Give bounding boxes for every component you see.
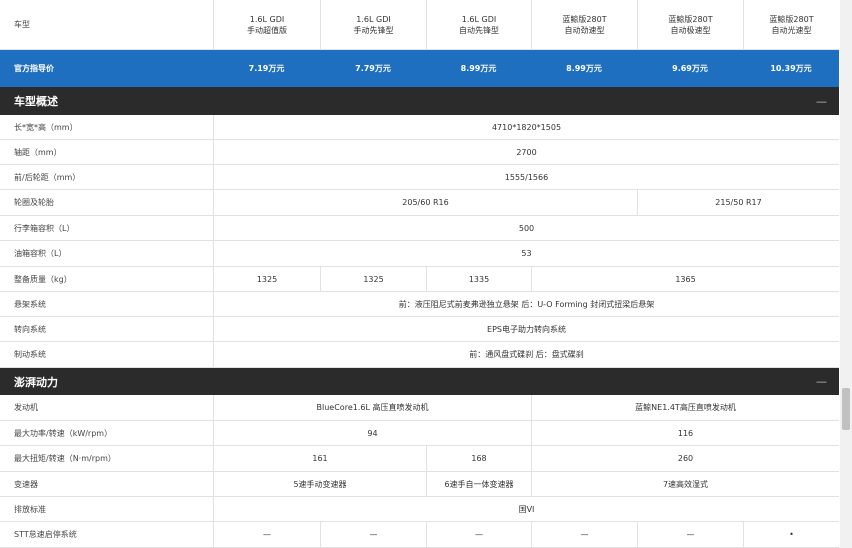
spec-label: 变速器 bbox=[14, 479, 38, 489]
spec-value: 1325 bbox=[320, 267, 426, 291]
spec-label: 轴距（mm） bbox=[14, 147, 62, 157]
spec-label: 最大功率/转速（kW/rpm） bbox=[14, 428, 113, 438]
section-title: 澎湃动力 bbox=[14, 375, 58, 389]
spec-row-dimensions: 长*宽*高（mm） 4710*1820*1505 bbox=[0, 115, 839, 140]
scrollbar-thumb[interactable] bbox=[842, 388, 850, 430]
spec-row-track: 前/后轮距（mm） 1555/1566 bbox=[0, 165, 839, 190]
spec-value: — bbox=[531, 522, 637, 547]
model-name-6: 蓝鲸版280T 自动光速型 bbox=[743, 0, 839, 49]
spec-value: 7速高效湿式 bbox=[531, 472, 839, 496]
spec-value: 前：液压阻尼式前麦弗逊独立悬架 后：U-O Forming 封闭式扭梁后悬架 bbox=[213, 292, 839, 316]
spec-row-max-power: 最大功率/转速（kW/rpm） 94 116 bbox=[0, 421, 839, 446]
model-name-1: 1.6L GDI 手动超值版 bbox=[213, 0, 320, 49]
spec-value: 116 bbox=[531, 421, 839, 445]
spec-label: 行李箱容积（L） bbox=[14, 223, 75, 233]
spec-value: 161 bbox=[213, 446, 426, 471]
spec-label: 轮圈及轮胎 bbox=[14, 198, 54, 207]
spec-value: EPS电子助力转向系统 bbox=[213, 317, 839, 341]
spec-value: 1335 bbox=[426, 267, 531, 291]
spec-value: — bbox=[637, 522, 743, 547]
section-header-overview[interactable]: 车型概述 — bbox=[0, 87, 839, 115]
spec-value: 215/50 R17 bbox=[637, 190, 839, 215]
model-name-4: 蓝鲸版280T 自动劲速型 bbox=[531, 0, 637, 49]
spec-value: 53 bbox=[213, 241, 839, 266]
spec-label: 长*宽*高（mm） bbox=[14, 122, 78, 132]
spec-row-max-torque: 最大扭矩/转速（N·m/rpm） 161 168 260 bbox=[0, 446, 839, 472]
spec-label: 排放标准 bbox=[14, 504, 46, 514]
spec-label: 发动机 bbox=[14, 403, 38, 412]
spec-label: 悬架系统 bbox=[14, 299, 46, 309]
spec-value: 205/60 R16 bbox=[213, 190, 637, 215]
spec-value: — bbox=[320, 522, 426, 547]
spec-value: 1365 bbox=[531, 267, 839, 291]
spec-value: 6速手自一体变速器 bbox=[426, 472, 531, 496]
spec-value: 168 bbox=[426, 446, 531, 471]
spec-row-wheelbase: 轴距（mm） 2700 bbox=[0, 140, 839, 165]
spec-row-brake: 制动系统 前：通风盘式碟刹 后：盘式碟刹 bbox=[0, 342, 839, 368]
section-header-power[interactable]: 澎湃动力 — bbox=[0, 368, 839, 395]
spec-value: 260 bbox=[531, 446, 839, 471]
spec-value: 2700 bbox=[213, 140, 839, 164]
model-header-row: 车型 1.6L GDI 手动超值版 1.6L GDI 手动先锋型 1.6L GDI 自… bbox=[0, 0, 839, 50]
spec-label: 制动系统 bbox=[14, 350, 46, 359]
spec-value: 500 bbox=[213, 216, 839, 240]
spec-label: 整备质量（kg） bbox=[14, 274, 72, 284]
spec-row-steering: 转向系统 EPS电子助力转向系统 bbox=[0, 317, 839, 342]
spec-value: — bbox=[426, 522, 531, 547]
spec-row-fuel-tank: 油箱容积（L） 53 bbox=[0, 241, 839, 267]
spec-row-stt: STT怠速启停系统 — — — — — • bbox=[0, 522, 839, 548]
spec-value: 蓝鲸NE1.4T高压直喷发动机 bbox=[531, 395, 839, 420]
spec-label: 前/后轮距（mm） bbox=[14, 172, 81, 182]
price-row: 官方指导价 7.19万元 7.79万元 8.99万元 8.99万元 9.69万元… bbox=[0, 50, 839, 87]
price-label: 官方指导价 bbox=[14, 64, 54, 73]
model-name-3: 1.6L GDI 自动先锋型 bbox=[426, 0, 531, 49]
model-name-5: 蓝鲸版280T 自动极速型 bbox=[637, 0, 743, 49]
model-name-2: 1.6L GDI 手动先锋型 bbox=[320, 0, 426, 49]
spec-value: BlueCore1.6L 高压直喷发动机 bbox=[213, 395, 531, 420]
spec-value: 国VI bbox=[213, 497, 839, 521]
spec-row-trunk: 行李箱容积（L） 500 bbox=[0, 216, 839, 241]
spec-row-emission: 排放标准 国VI bbox=[0, 497, 839, 522]
spec-value: 前：通风盘式碟刹 后：盘式碟刹 bbox=[213, 342, 839, 367]
collapse-icon[interactable]: — bbox=[816, 368, 827, 395]
spec-row-suspension: 悬架系统 前：液压阻尼式前麦弗逊独立悬架 后：U-O Forming 封闭式扭梁… bbox=[0, 292, 839, 317]
spec-label: 转向系统 bbox=[14, 324, 46, 334]
spec-value: 1555/1566 bbox=[213, 165, 839, 189]
scrollbar-track[interactable] bbox=[840, 0, 852, 548]
spec-row-gearbox: 变速器 5速手动变速器 6速手自一体变速器 7速高效湿式 bbox=[0, 472, 839, 497]
spec-label: 最大扭矩/转速（N·m/rpm） bbox=[14, 454, 116, 463]
spec-row-tires: 轮圈及轮胎 205/60 R16 215/50 R17 bbox=[0, 190, 839, 216]
price-value: 8.99万元 bbox=[460, 64, 497, 73]
collapse-icon[interactable]: — bbox=[816, 87, 827, 115]
spec-value: 1325 bbox=[213, 267, 320, 291]
spec-value: 4710*1820*1505 bbox=[213, 115, 839, 139]
spec-value: • bbox=[743, 522, 839, 547]
spec-label: 油箱容积（L） bbox=[14, 249, 67, 258]
spec-value: 5速手动变速器 bbox=[213, 472, 426, 496]
price-value: 8.99万元 bbox=[566, 64, 602, 73]
spec-row-engine: 发动机 BlueCore1.6L 高压直喷发动机 蓝鲸NE1.4T高压直喷发动机 bbox=[0, 395, 839, 421]
spec-value: 94 bbox=[213, 421, 531, 445]
price-value: 10.39万元 bbox=[770, 64, 812, 73]
model-header-label: 车型 bbox=[14, 20, 30, 29]
spec-value: — bbox=[213, 522, 320, 547]
spec-row-weight: 整备质量（kg） 1325 1325 1335 1365 bbox=[0, 267, 839, 292]
price-value: 9.69万元 bbox=[672, 64, 708, 73]
spec-label: STT怠速启停系统 bbox=[14, 530, 77, 539]
price-value: 7.19万元 bbox=[248, 64, 285, 73]
price-value: 7.79万元 bbox=[355, 64, 391, 73]
section-title: 车型概述 bbox=[14, 95, 58, 108]
